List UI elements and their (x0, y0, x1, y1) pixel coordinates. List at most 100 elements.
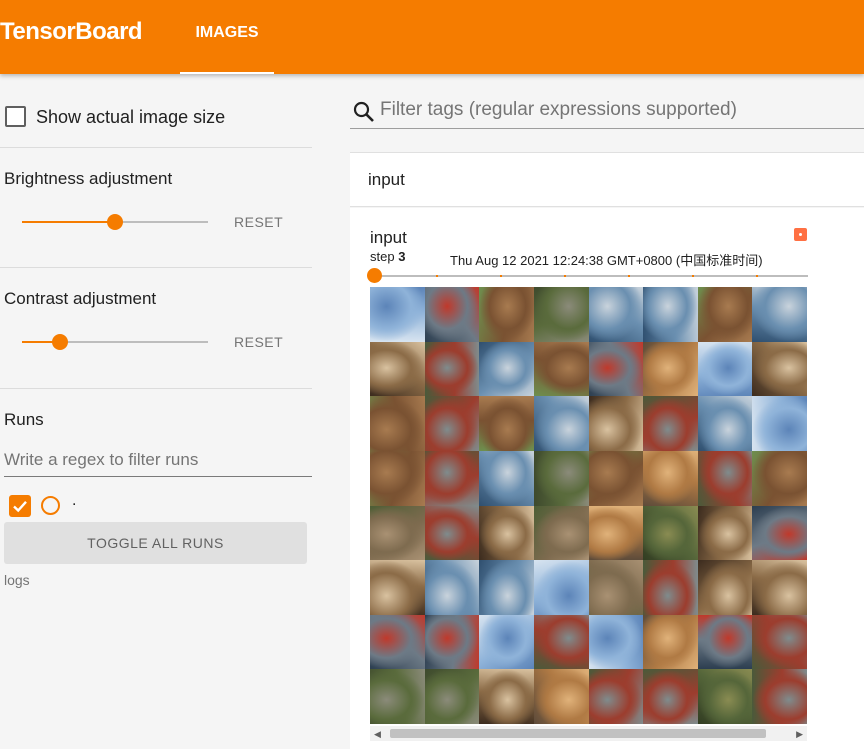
image-thumbnail-truck (424, 396, 480, 451)
brightness-title: Brightness adjustment (4, 169, 173, 188)
image-thumbnail-deer (588, 560, 644, 615)
step-value: 3 (398, 249, 406, 264)
show-actual-size-section: Show actual image size (0, 74, 312, 148)
image-thumbnail-ship (479, 450, 534, 506)
runs-filter-input[interactable]: Write a regex to filter runs (4, 446, 312, 477)
app-title: TensorBoard (0, 18, 143, 45)
search-icon (353, 101, 374, 122)
image-thumbnail-ship (479, 560, 534, 615)
tag-filter-underline (350, 128, 864, 129)
run-color-indicator-icon[interactable] (794, 228, 807, 241)
image-thumbnail-truck (424, 505, 480, 561)
image-thumbnail-dog (479, 505, 534, 561)
step-tick (692, 275, 694, 277)
image-thumbnail-truck (588, 669, 644, 724)
image-card: input step 3 Thu Aug 12 2021 12:24:38 GM… (350, 208, 864, 749)
image-thumbnail-bird (424, 669, 480, 724)
image-thumbnail-bird (533, 287, 589, 342)
show-actual-size-label: Show actual image size (36, 107, 226, 127)
image-thumbnail-ship (697, 396, 753, 451)
image-thumbnail-horse (752, 450, 807, 506)
image-thumbnail-ship (643, 287, 698, 342)
tag-group-title: input (368, 170, 405, 189)
log-directory-label: logs (4, 572, 30, 588)
image-thumbnail-horse (370, 396, 425, 451)
scrollbar-thumb[interactable] (390, 729, 766, 738)
image-thumbnail-airplane (533, 560, 589, 615)
image-thumbnail-airplane (588, 614, 644, 670)
image-thumbnail-cat (588, 505, 644, 561)
image-thumbnail-ship (588, 287, 644, 342)
image-thumbnail-horse (479, 396, 534, 451)
image-card-title: input (370, 228, 407, 247)
image-thumbnail-truck (752, 614, 807, 670)
step-label: step (370, 249, 395, 264)
image-thumbnail-car (752, 505, 807, 561)
image-thumbnail-horse (370, 450, 425, 506)
image-thumbnail-airplane (370, 287, 425, 342)
image-thumbnail-dog (752, 341, 807, 397)
tag-group-header[interactable]: input (350, 152, 864, 207)
scroll-left-icon[interactable]: ◀ (374, 729, 381, 740)
image-thumbnail-cat (533, 669, 589, 724)
image-thumbnail-airplane (479, 614, 534, 670)
image-thumbnail-dog (697, 505, 753, 561)
toggle-all-runs-button[interactable]: TOGGLE ALL RUNS (4, 522, 307, 564)
contrast-slider[interactable] (22, 334, 208, 350)
step-tick (500, 275, 502, 277)
image-thumbnail-horse (533, 341, 589, 397)
step-slider-thumb[interactable] (367, 268, 382, 283)
image-thumbnail-car (370, 614, 425, 670)
step-tick (628, 275, 630, 277)
show-actual-size-checkbox[interactable] (5, 106, 26, 127)
tab-images[interactable]: IMAGES (180, 0, 274, 74)
step-indicator: step 3 (370, 249, 405, 264)
tag-filter-input[interactable]: Filter tags (regular expressions support… (380, 99, 737, 121)
step-tick (756, 275, 758, 277)
top-app-bar: TensorBoard IMAGES (0, 0, 864, 74)
image-thumbnail-airplane (697, 341, 753, 397)
brightness-reset-button[interactable]: RESET (234, 214, 283, 230)
image-thumbnail-dog (697, 560, 753, 615)
image-grid[interactable] (370, 287, 807, 724)
image-thumbnail-truck (643, 560, 698, 615)
image-thumbnail-car (697, 614, 753, 670)
image-thumbnail-dog (370, 341, 425, 397)
horizontal-scrollbar[interactable]: ◀ ▶ (370, 726, 807, 741)
contrast-slider-thumb[interactable] (52, 334, 68, 350)
image-thumbnail-deer (370, 505, 425, 561)
brightness-section: Brightness adjustment RESET (0, 148, 312, 268)
run-name: . (72, 492, 77, 509)
image-thumbnail-dog (370, 560, 425, 615)
image-thumbnail-deer (533, 505, 589, 561)
image-thumbnail-ship (479, 341, 534, 397)
image-thumbnail-horse (479, 287, 534, 342)
contrast-title: Contrast adjustment (4, 289, 157, 308)
image-thumbnail-car (588, 341, 644, 397)
runs-title: Runs (4, 410, 44, 429)
image-thumbnail-cat (643, 450, 698, 506)
brightness-slider[interactable] (22, 214, 208, 230)
run-color-radio[interactable] (41, 496, 60, 515)
image-thumbnail-cat (643, 341, 698, 397)
image-thumbnail-cat (643, 614, 698, 670)
brightness-slider-thumb[interactable] (107, 214, 123, 230)
image-thumbnail-car (424, 287, 480, 342)
image-thumbnail-truck (533, 614, 589, 670)
image-thumbnail-horse (697, 287, 753, 342)
step-slider[interactable] (367, 268, 808, 283)
image-thumbnail-dog (479, 669, 534, 724)
image-thumbnail-frog (697, 669, 753, 724)
contrast-reset-button[interactable]: RESET (234, 334, 283, 350)
image-thumbnail-bird (533, 450, 589, 506)
image-thumbnail-bird (370, 669, 425, 724)
image-thumbnail-truck (752, 669, 807, 724)
checkmark-icon (13, 500, 27, 513)
image-thumbnail-truck (643, 669, 698, 724)
image-thumbnail-ship (424, 560, 480, 615)
run-checkbox[interactable] (9, 495, 31, 517)
image-thumbnail-dog (752, 560, 807, 615)
sidebar: Show actual image size Brightness adjust… (0, 74, 324, 749)
image-thumbnail-truck (424, 341, 480, 397)
scroll-right-icon[interactable]: ▶ (796, 729, 803, 740)
